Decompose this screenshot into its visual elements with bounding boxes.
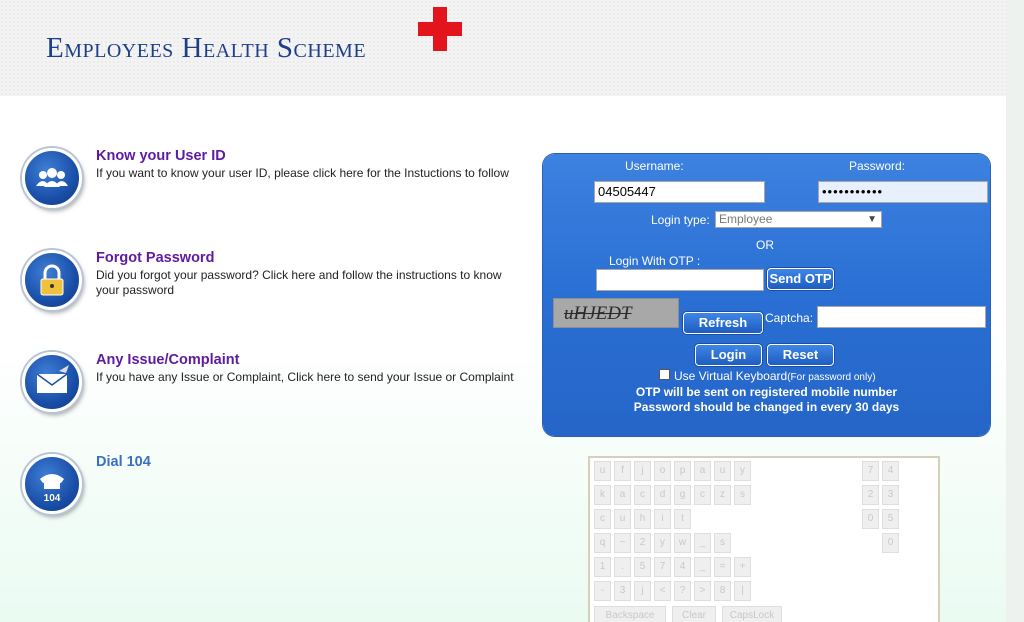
send-otp-button[interactable]: Send OTP (767, 268, 834, 290)
virtual-key[interactable]: y (654, 533, 671, 553)
virtual-keyboard-label: Use Virtual Keyboard(For password only) (674, 369, 876, 383)
virtual-keyboard-note: (For password only) (787, 372, 876, 383)
virtual-key[interactable]: 2 (862, 485, 879, 505)
captcha-input[interactable] (817, 306, 986, 328)
site-logo-text: Employees Health Scheme (46, 32, 367, 64)
virtual-key[interactable]: t (674, 509, 691, 529)
otp-note: OTP will be sent on registered mobile nu… (635, 385, 898, 399)
virtual-key-clear[interactable]: Clear (672, 606, 716, 622)
virtual-key[interactable]: c (694, 485, 711, 505)
password-change-note: Password should be changed in every 30 d… (633, 400, 900, 414)
virtual-key[interactable]: . (614, 557, 631, 577)
know-user-id-link[interactable]: Know your User ID (96, 148, 226, 164)
know-user-id-item[interactable]: Know your User ID If you want to know yo… (22, 148, 532, 218)
virtual-key[interactable]: 5 (634, 557, 651, 577)
virtual-key[interactable]: 3 (882, 485, 899, 505)
virtual-key[interactable]: 8 (714, 581, 731, 601)
virtual-key[interactable]: i (654, 509, 671, 529)
dial-104-icon-text: 104 (44, 493, 61, 504)
reset-button[interactable]: Reset (767, 344, 834, 366)
otp-mobile-input[interactable] (596, 269, 764, 291)
virtual-key[interactable]: u (594, 461, 611, 481)
virtual-key[interactable]: _ (694, 533, 711, 553)
virtual-key[interactable]: j (634, 461, 651, 481)
virtual-key[interactable]: d (654, 485, 671, 505)
virtual-key[interactable]: h (634, 509, 651, 529)
virtual-key[interactable]: q (594, 533, 611, 553)
virtual-key[interactable]: p (674, 461, 691, 481)
virtual-key[interactable]: j (634, 581, 651, 601)
virtual-key[interactable]: | (734, 581, 751, 601)
login-type-label: Login type: (651, 213, 710, 227)
virtual-key[interactable]: k (594, 485, 611, 505)
username-label: Username: (625, 159, 684, 173)
dial-104-item[interactable]: 104 Dial 104 (22, 454, 532, 524)
otp-label: Login With OTP : (609, 254, 701, 268)
virtual-key[interactable]: o (654, 461, 671, 481)
login-panel: Username: Password: 04505447 •••••••••••… (543, 154, 990, 436)
virtual-key[interactable]: 7 (654, 557, 671, 577)
mail-icon (22, 352, 82, 412)
virtual-key[interactable]: s (714, 533, 731, 553)
virtual-key[interactable]: 4 (882, 461, 899, 481)
virtual-key[interactable]: - (594, 581, 611, 601)
forgot-password-item[interactable]: Forgot Password Did you forgot your pass… (22, 250, 532, 320)
virtual-key[interactable]: 0 (862, 509, 879, 529)
virtual-key[interactable]: c (594, 509, 611, 529)
virtual-key[interactable]: _ (694, 557, 711, 577)
virtual-key[interactable]: ? (674, 581, 691, 601)
login-type-value: Employee (719, 212, 773, 226)
virtual-key[interactable]: u (614, 509, 631, 529)
users-icon (22, 148, 82, 208)
virtual-key[interactable]: + (734, 557, 751, 577)
login-type-select[interactable]: Employee ▼ (715, 211, 882, 228)
username-input[interactable]: 04505447 (594, 181, 765, 203)
virtual-key[interactable]: 0 (882, 533, 899, 553)
virtual-key[interactable]: 3 (614, 581, 631, 601)
virtual-key[interactable]: 5 (882, 509, 899, 529)
virtual-key-capslock[interactable]: CapsLock (722, 606, 782, 622)
login-button[interactable]: Login (695, 344, 762, 366)
password-label: Password: (849, 159, 906, 173)
issue-complaint-desc: If you have any Issue or Complaint, Clic… (96, 370, 514, 384)
virtual-key[interactable]: c (634, 485, 651, 505)
virtual-keyboard: u f j o p a u y k a c d g c z s c u h i t q ~2 y w _ s 1. 5 7 4 _ = + -3 j <… (588, 456, 940, 622)
virtual-key[interactable]: z (714, 485, 731, 505)
virtual-keyboard-checkbox[interactable] (659, 369, 670, 380)
phone-icon: 104 (22, 454, 82, 514)
virtual-key-backspace[interactable]: Backspace (594, 606, 666, 622)
virtual-key[interactable]: g (674, 485, 691, 505)
password-input[interactable]: ••••••••••• (818, 181, 988, 203)
virtual-key[interactable]: 1 (594, 557, 611, 577)
virtual-key[interactable]: > (694, 581, 711, 601)
dial-104-link[interactable]: Dial 104 (96, 454, 151, 470)
virtual-key[interactable]: ~ (614, 533, 631, 553)
virtual-key[interactable]: w (674, 533, 691, 553)
virtual-key[interactable]: u (714, 461, 731, 481)
chevron-down-icon: ▼ (867, 214, 877, 225)
virtual-key[interactable]: y (734, 461, 751, 481)
know-user-id-desc: If you want to know your user ID, please… (96, 166, 509, 180)
virtual-keyboard-label-text: Use Virtual Keyboard (674, 369, 788, 383)
virtual-key[interactable]: s (734, 485, 751, 505)
virtual-key[interactable]: < (654, 581, 671, 601)
captcha-image: uHJEDT (553, 298, 679, 328)
forgot-password-link[interactable]: Forgot Password (96, 250, 214, 266)
virtual-key[interactable]: a (694, 461, 711, 481)
virtual-key[interactable]: = (714, 557, 731, 577)
issue-complaint-item[interactable]: Any Issue/Complaint If you have any Issu… (22, 352, 532, 422)
or-label: OR (756, 238, 774, 252)
virtual-key[interactable]: 2 (634, 533, 651, 553)
lock-icon (22, 250, 82, 310)
refresh-captcha-button[interactable]: Refresh (683, 312, 763, 334)
virtual-key[interactable]: 7 (862, 461, 879, 481)
red-cross-icon (418, 7, 462, 51)
forgot-password-desc: Did you forgot your password? Click here… (96, 268, 502, 297)
virtual-key[interactable]: f (614, 461, 631, 481)
issue-complaint-link[interactable]: Any Issue/Complaint (96, 352, 239, 368)
page-scroll-strip (1006, 0, 1024, 622)
captcha-label: Captcha: (765, 311, 814, 325)
virtual-key[interactable]: a (614, 485, 631, 505)
virtual-key[interactable]: 4 (674, 557, 691, 577)
